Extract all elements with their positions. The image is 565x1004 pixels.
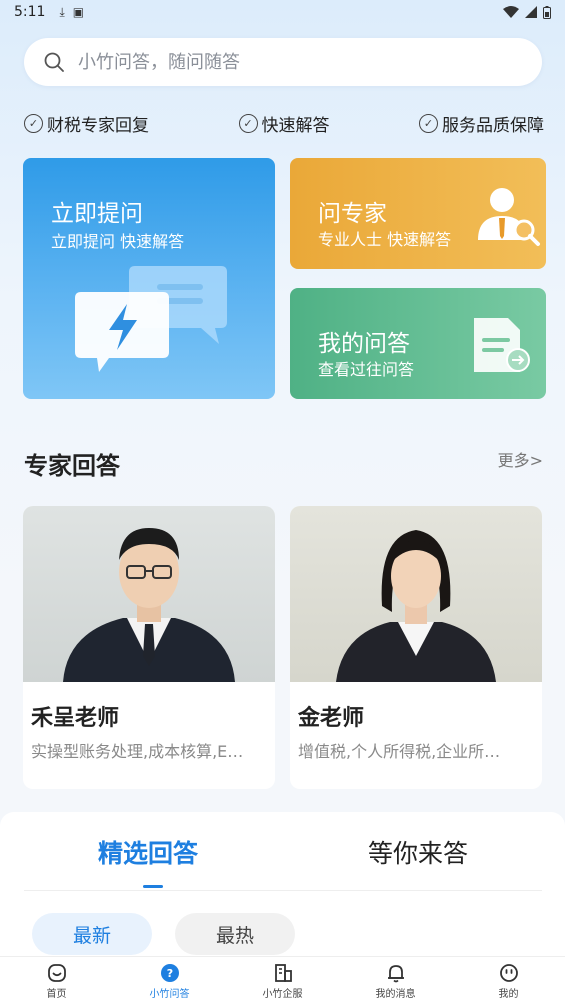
expert-name: 金老师 (298, 706, 365, 731)
nav-profile[interactable]: 我的 (452, 957, 565, 1004)
expert-name: 禾呈老师 (31, 706, 120, 731)
document-icon (474, 318, 530, 372)
nav-label: 我的消息 (375, 989, 416, 1000)
experts-section-title: 专家回答 (24, 452, 120, 480)
feature-label: 财税专家回复 (47, 115, 149, 136)
search-icon (44, 52, 64, 72)
nav-label: 首页 (46, 989, 67, 1000)
expert-specialty: 实操型账务处理,成本核算,E… (31, 742, 244, 761)
home-icon (47, 964, 66, 982)
divider (24, 890, 542, 891)
feature-list: ✓ 财税专家回复 ✓ 快速解答 ✓ 服务品质保障 (24, 110, 544, 136)
tab-waiting-answers[interactable]: 等你来答 (368, 834, 468, 870)
bottom-nav: 首页 ? 小竹问答 小竹企服 我的消息 我的 (0, 956, 565, 1004)
filter-hottest[interactable]: 最热 (175, 913, 295, 955)
tab-featured-answers[interactable]: 精选回答 (98, 834, 198, 870)
feature-item: ✓ 财税专家回复 (24, 111, 149, 136)
feature-label: 服务品质保障 (442, 115, 544, 136)
ask-card-subtitle: 立即提问 快速解答 (51, 232, 185, 251)
nav-enterprise[interactable]: 小竹企服 (226, 957, 339, 1004)
my-qa-card[interactable]: 我的问答 查看过往问答 (290, 288, 546, 399)
chat-bubbles-icon (75, 266, 227, 372)
expert-card[interactable]: 禾呈老师 实操型账务处理,成本核算,E… (23, 506, 275, 789)
nav-messages[interactable]: 我的消息 (339, 957, 452, 1004)
building-icon (274, 964, 292, 982)
bell-icon (387, 965, 404, 983)
answers-panel: 精选回答 等你来答 最新 最热 (0, 812, 565, 957)
keyboard-icon: ▣ (72, 5, 85, 19)
status-bar: 5:11 ⤓ ▣ (0, 0, 565, 24)
download-icon: ⤓ (59, 4, 65, 19)
search-input[interactable] (78, 51, 498, 73)
status-time: 5:11 (14, 4, 46, 20)
question-icon: ? (160, 964, 179, 982)
nav-home[interactable]: 首页 (0, 957, 113, 1004)
expert-card[interactable]: 金老师 增值税,个人所得税,企业所… (290, 506, 542, 789)
expert-specialty: 增值税,个人所得税,企业所… (298, 742, 501, 761)
nav-label: 我的 (498, 989, 519, 1000)
feature-item: ✓ 服务品质保障 (419, 111, 544, 136)
ask-card-title: 立即提问 (51, 201, 143, 227)
check-circle-icon: ✓ (24, 113, 43, 133)
feature-item: ✓ 快速解答 (238, 111, 330, 136)
nav-label: 小竹企服 (262, 989, 303, 1000)
wifi-icon (503, 6, 519, 18)
expert-card-title: 问专家 (318, 201, 387, 227)
check-circle-icon: ✓ (238, 113, 258, 133)
mine-card-title: 我的问答 (318, 331, 410, 357)
expert-card-subtitle: 专业人士 快速解答 (318, 230, 452, 249)
battery-icon (543, 5, 551, 19)
filter-latest[interactable]: 最新 (32, 913, 152, 955)
check-circle-icon: ✓ (419, 113, 438, 133)
expert-person-icon (478, 188, 540, 246)
profile-icon (499, 964, 518, 982)
ask-now-card[interactable]: 立即提问 立即提问 快速解答 (23, 158, 275, 399)
mine-card-subtitle: 查看过往问答 (318, 360, 415, 379)
more-link[interactable]: 更多> (498, 447, 543, 471)
feature-label: 快速解答 (261, 115, 330, 136)
nav-label: 小竹问答 (149, 989, 190, 1000)
active-tab-indicator (143, 885, 163, 888)
svg-text:?: ? (166, 967, 172, 980)
search-bar[interactable] (24, 38, 542, 86)
expert-photo (23, 506, 275, 682)
ask-expert-card[interactable]: 问专家 专业人士 快速解答 (290, 158, 546, 269)
signal-icon (525, 6, 537, 18)
expert-photo (290, 506, 542, 682)
nav-qa[interactable]: ? 小竹问答 (113, 957, 226, 1004)
